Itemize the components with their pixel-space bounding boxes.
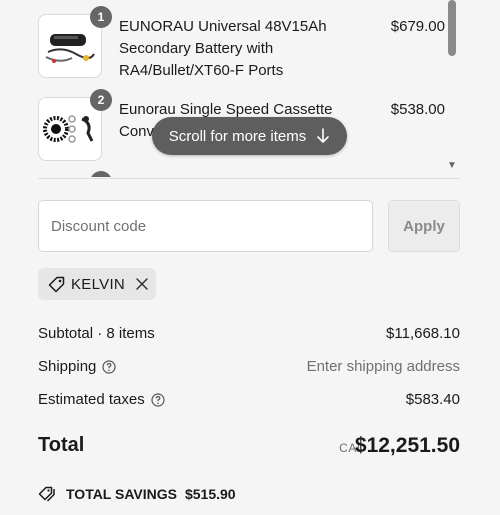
total-label: Total	[38, 434, 85, 456]
quantity-badge: 1	[90, 6, 112, 28]
scroll-hint-button[interactable]: Scroll for more items	[152, 117, 347, 155]
item-name: EUNORAU Universal 48V15Ah Secondary Batt…	[119, 18, 327, 79]
savings-label: TOTAL SAVINGS	[66, 486, 177, 502]
tags-icon	[38, 486, 55, 502]
help-circle-icon[interactable]	[102, 360, 116, 374]
taxes-value: $583.40	[405, 391, 460, 408]
applied-discount-tag: KELVIN	[38, 268, 156, 300]
battery-kit-icon	[45, 34, 95, 63]
cart-item: 1 EUNORAU Universal 48V15Ah Secondary Ba…	[38, 6, 452, 84]
cart-scrollbar[interactable]: ▼	[446, 0, 458, 177]
shipping-label: Shipping	[38, 358, 97, 375]
total-savings: TOTAL SAVINGS $515.90	[38, 486, 236, 502]
divider	[38, 178, 460, 179]
taxes-label: Estimated taxes	[38, 391, 145, 408]
item-price: $679.00	[390, 18, 445, 35]
tag-icon	[48, 276, 65, 293]
arrow-down-icon	[317, 128, 330, 143]
help-circle-icon[interactable]	[151, 393, 165, 407]
savings-amount: $515.90	[184, 486, 236, 502]
total-amount: $12,251.50	[354, 434, 460, 457]
apply-discount-button[interactable]: Apply	[388, 200, 460, 252]
scrollbar-thumb[interactable]	[448, 0, 456, 56]
discount-code-input[interactable]	[38, 200, 373, 252]
scroll-down-arrow-icon[interactable]: ▼	[447, 160, 457, 171]
close-icon[interactable]	[135, 277, 149, 291]
quantity-badge: 2	[90, 89, 112, 111]
cassette-kit-icon	[43, 115, 94, 143]
discount-code-label: KELVIN	[71, 275, 126, 293]
subtotal-value: $11,668.10	[386, 325, 460, 342]
shipping-value: Enter shipping address	[306, 358, 460, 375]
quantity-badge	[90, 171, 112, 177]
item-price: $538.00	[390, 101, 445, 118]
scroll-hint-label: Scroll for more items	[168, 127, 307, 145]
order-summary-panel: 1 EUNORAU Universal 48V15Ah Secondary Ba…	[0, 0, 500, 515]
subtotal-label: Subtotal · 8 items	[38, 325, 155, 342]
